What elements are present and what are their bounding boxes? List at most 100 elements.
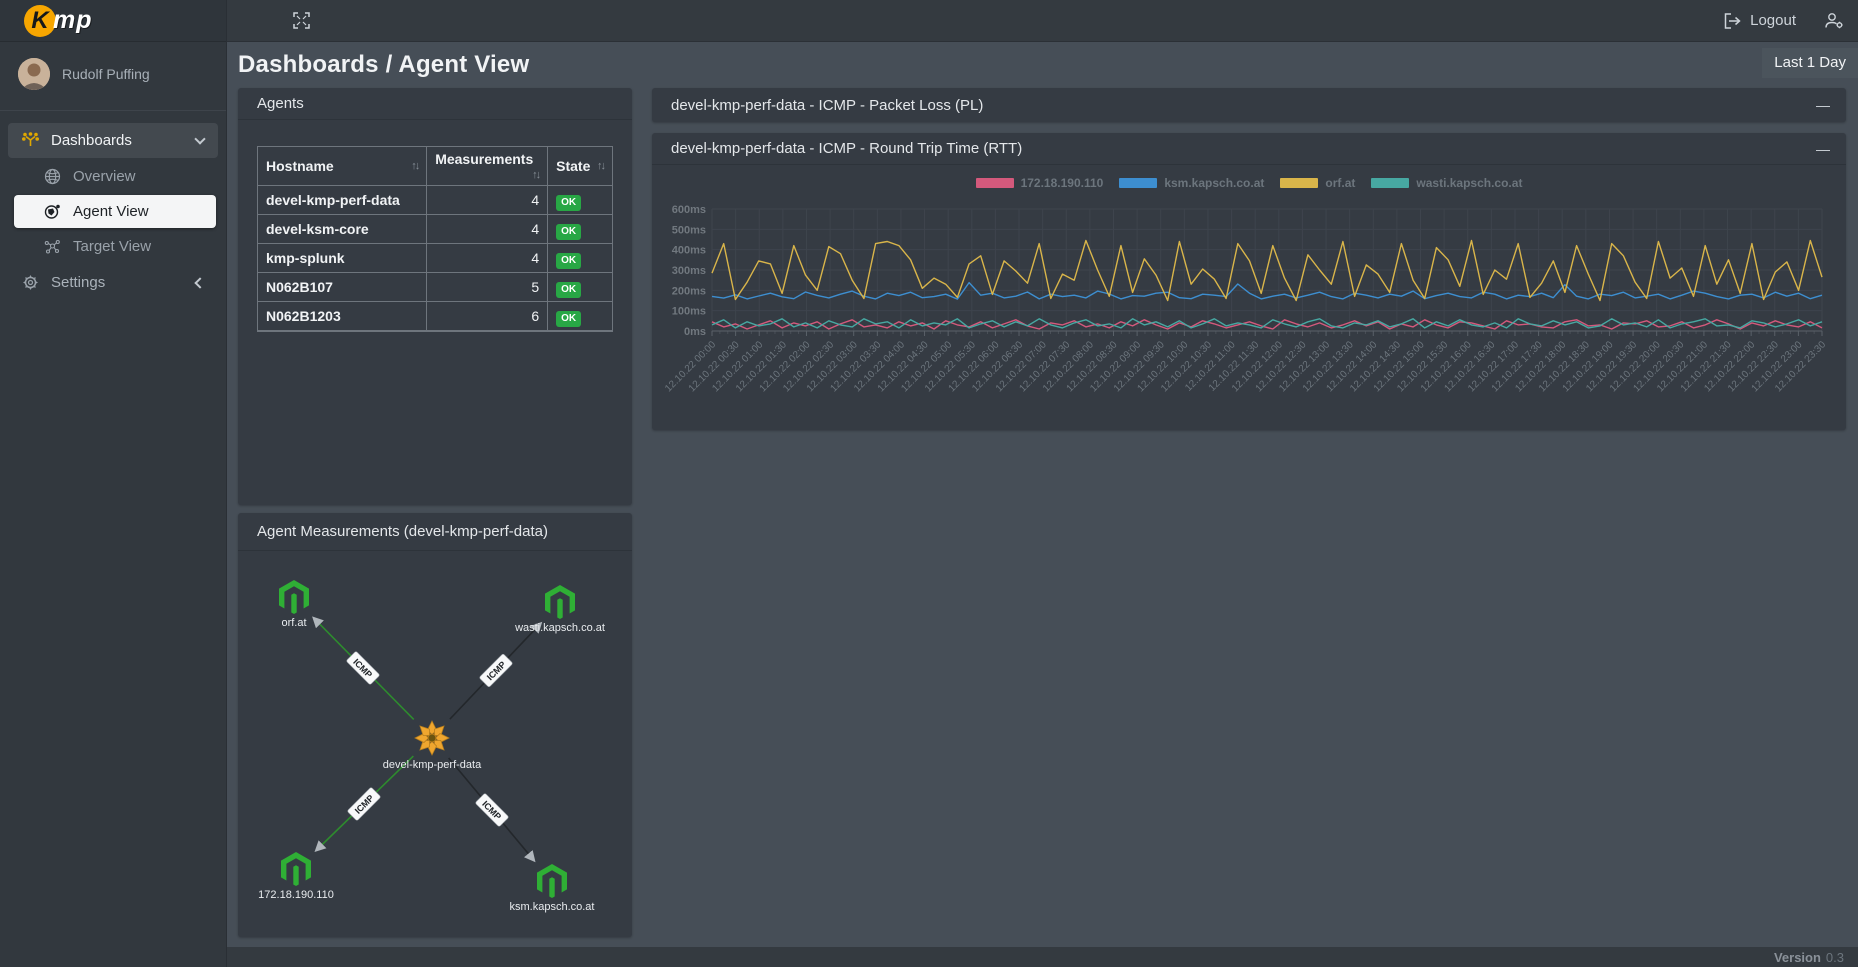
legend-swatch (1280, 178, 1318, 188)
burst-icon (22, 132, 39, 149)
agent-row[interactable]: N062B12036OK (258, 302, 613, 331)
agents-panel-title: Agents (257, 95, 304, 112)
footer: Version 0.3 (227, 947, 1858, 967)
rtt-grid (712, 209, 1822, 336)
agent-state: OK (548, 273, 613, 302)
y-tick-label: 0ms (684, 326, 706, 338)
agent-measurements: 4 (427, 244, 548, 273)
topology-graph[interactable]: ICMPICMPICMPICMPorf.atwasti.kapsch.co.at… (238, 551, 632, 937)
rtt-legend: 172.18.190.110 ksm.kapsch.co.at orf.at wast… (662, 173, 1836, 193)
legend-item[interactable]: ksm.kapsch.co.at (1119, 176, 1264, 190)
agent-measurements-panel: Agent Measurements (devel-kmp-perf-data)… (238, 513, 632, 937)
sort-icon[interactable]: ↑↓ (597, 160, 604, 172)
legend-swatch (1119, 178, 1157, 188)
legend-item[interactable]: wasti.kapsch.co.at (1371, 176, 1522, 190)
topology-node[interactable]: ksm.kapsch.co.at (510, 864, 595, 913)
app-root: K mp Rudolf Puffing (0, 0, 1858, 967)
sidebar-item-target-view[interactable]: Target View (14, 230, 216, 263)
agent-globe-icon (44, 203, 61, 220)
sidebar-item-dashboards[interactable]: Dashboards (8, 123, 218, 158)
agent-row[interactable]: kmp-splunk4OK (258, 244, 613, 273)
topology-node[interactable]: wasti.kapsch.co.at (514, 585, 605, 634)
sort-icon[interactable]: ↑↓ (411, 160, 418, 172)
y-tick-label: 500ms (672, 224, 706, 236)
magento-icon (279, 580, 309, 614)
legend-label: ksm.kapsch.co.at (1164, 176, 1264, 190)
y-tick-label: 600ms (672, 204, 706, 216)
logout-button[interactable]: Logout (1724, 12, 1796, 29)
rtt-body: 172.18.190.110 ksm.kapsch.co.at orf.at wast… (652, 165, 1846, 436)
legend-label: orf.at (1325, 176, 1355, 190)
user-settings-icon[interactable] (1824, 12, 1844, 29)
main-column: Logout Dashboards / Agent View Last 1 Da… (227, 0, 1858, 967)
agent-measurements: 4 (427, 215, 548, 244)
collapse-icon[interactable]: — (1814, 97, 1832, 113)
fullscreen-icon[interactable] (293, 12, 310, 29)
topbar: Logout (227, 0, 1858, 42)
agent-hostname: devel-kmp-perf-data (258, 186, 427, 215)
rtt-panel: devel-kmp-perf-data - ICMP - Round Trip … (652, 133, 1846, 430)
topology-node[interactable]: orf.at (279, 580, 309, 629)
agent-row[interactable]: devel-kmp-perf-data4OK (258, 186, 613, 215)
sidebar-divider (0, 110, 226, 111)
collapse-icon[interactable]: — (1814, 141, 1832, 157)
kmp-logo-k: K (24, 5, 56, 37)
legend-label: 172.18.190.110 (1021, 176, 1104, 190)
topology-node[interactable]: 172.18.190.110 (258, 852, 334, 901)
series-ksm.kapsch.co.at (712, 283, 1822, 300)
agent-hostname: N062B107 (258, 273, 427, 302)
sort-icon[interactable]: ↑↓ (532, 169, 539, 181)
column-header-state[interactable]: State↑↓ (548, 147, 613, 186)
kmp-logo-mp: mp (53, 6, 93, 35)
chevron-down-icon (194, 133, 205, 144)
user-row[interactable]: Rudolf Puffing (0, 42, 226, 104)
agent-row[interactable]: devel-ksm-core4OK (258, 215, 613, 244)
user-name: Rudolf Puffing (62, 66, 150, 82)
sidebar: K mp Rudolf Puffing (0, 0, 227, 967)
time-range-badge[interactable]: Last 1 Day (1762, 48, 1858, 78)
rtt-title: devel-kmp-perf-data - ICMP - Round Trip … (671, 140, 1022, 157)
y-tick-label: 300ms (672, 265, 706, 277)
menu-toggle-icon[interactable] (247, 17, 265, 25)
agent-row[interactable]: N062B1075OK (258, 273, 613, 302)
topology-center-node[interactable]: devel-kmp-perf-data (383, 721, 482, 771)
agent-state: OK (548, 302, 613, 331)
sidebar-item-label: Agent View (73, 203, 149, 220)
rtt-chart[interactable]: 0ms100ms200ms300ms400ms500ms600ms12.10.2… (662, 193, 1831, 431)
sidebar-nav: Dashboards Overview (0, 121, 226, 302)
edge-label: ICMP (346, 651, 380, 685)
sidebar-item-overview[interactable]: Overview (14, 160, 216, 193)
agent-measurements-title: Agent Measurements (devel-kmp-perf-data) (257, 523, 548, 540)
sidebar-item-label: Dashboards (51, 132, 132, 149)
node-label: wasti.kapsch.co.at (514, 622, 605, 634)
state-badge: OK (556, 253, 581, 269)
globe-icon (44, 168, 61, 185)
sidebar-item-label: Target View (73, 238, 151, 255)
avatar (18, 58, 50, 90)
agents-panel-header: Agents (238, 88, 632, 120)
network-icon (44, 238, 61, 255)
column-header-measurements[interactable]: Measurements↑↓ (427, 147, 548, 186)
legend-item[interactable]: 172.18.190.110 (976, 176, 1104, 190)
state-badge: OK (556, 282, 581, 298)
edge-label: ICMP (475, 793, 509, 827)
dashboard-columns: Agents Hostname↑↓Measurements↑↓State↑↓ d… (238, 88, 1846, 937)
gear-icon (22, 274, 39, 291)
agents-table: Hostname↑↓Measurements↑↓State↑↓ devel-km… (257, 146, 613, 332)
node-label: orf.at (281, 617, 306, 629)
y-tick-label: 400ms (672, 245, 706, 257)
kmp-logo[interactable]: K mp (24, 5, 93, 37)
page-head: Dashboards / Agent View Last 1 Day (238, 42, 1846, 88)
column-header-hostname[interactable]: Hostname↑↓ (258, 147, 427, 186)
legend-item[interactable]: orf.at (1280, 176, 1355, 190)
center-node-label: devel-kmp-perf-data (383, 759, 482, 771)
y-tick-label: 100ms (672, 306, 706, 318)
node-label: ksm.kapsch.co.at (510, 901, 595, 913)
legend-swatch (1371, 178, 1409, 188)
rtt-header: devel-kmp-perf-data - ICMP - Round Trip … (652, 133, 1846, 165)
sidebar-item-settings[interactable]: Settings (8, 265, 218, 300)
node-label: 172.18.190.110 (258, 889, 334, 901)
logo-bar: K mp (0, 0, 226, 42)
y-tick-label: 200ms (672, 285, 706, 297)
sidebar-item-agent-view[interactable]: Agent View (14, 195, 216, 228)
